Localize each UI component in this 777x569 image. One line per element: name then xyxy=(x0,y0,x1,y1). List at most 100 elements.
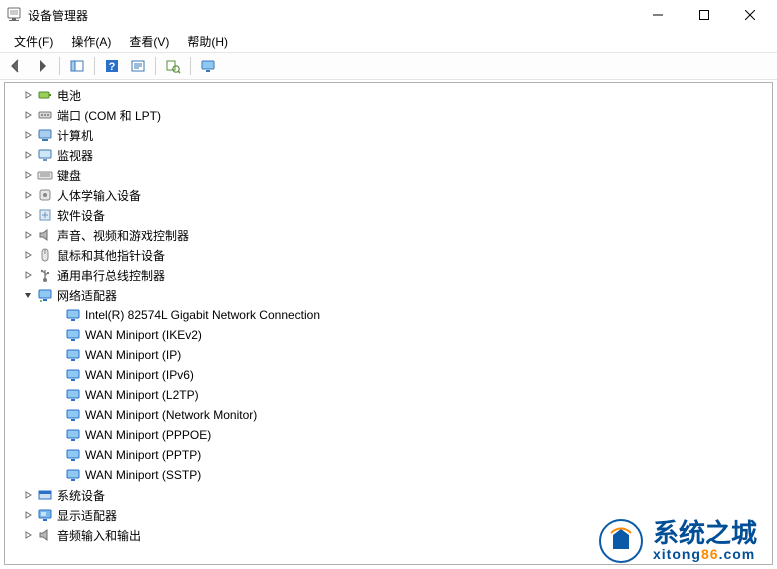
tree-device-item[interactable]: WAN Miniport (L2TP) xyxy=(5,385,772,405)
scan-hardware-button[interactable] xyxy=(161,54,185,78)
tree-category-battery[interactable]: 电池 xyxy=(5,85,772,105)
mouse-icon xyxy=(37,247,53,263)
properties-button[interactable] xyxy=(126,54,150,78)
device-tree: 电池端口 (COM 和 LPT) 计算机监视器键盘人体学输入设备软件设备声音、视频… xyxy=(5,83,772,547)
expand-arrow-closed-icon[interactable] xyxy=(21,208,35,222)
expand-arrow-closed-icon[interactable] xyxy=(21,268,35,282)
toolbar-separator xyxy=(155,57,156,75)
tree-category-audio-io[interactable]: 音频输入和输出 xyxy=(5,525,772,545)
speaker-icon xyxy=(37,227,53,243)
forward-button[interactable] xyxy=(30,54,54,78)
tree-category-label: 端口 (COM 和 LPT) xyxy=(57,107,161,124)
port-icon xyxy=(37,107,53,123)
close-button[interactable] xyxy=(727,0,773,30)
tree-category-label: 键盘 xyxy=(57,167,81,184)
expand-arrow-closed-icon[interactable] xyxy=(21,488,35,502)
expand-arrow-open-icon[interactable] xyxy=(21,288,35,302)
expand-arrow-closed-icon[interactable] xyxy=(21,88,35,102)
tree-category-label: 人体学输入设备 xyxy=(57,187,141,204)
help-button[interactable]: ? xyxy=(100,54,124,78)
tree-device-label: WAN Miniport (PPPOE) xyxy=(85,428,211,442)
expand-arrow-closed-icon[interactable] xyxy=(21,128,35,142)
network-icon xyxy=(37,287,53,303)
speaker-icon xyxy=(37,527,53,543)
tree-category-usb[interactable]: 通用串行总线控制器 xyxy=(5,265,772,285)
display-icon xyxy=(37,507,53,523)
network-adapter-icon xyxy=(65,347,81,363)
tree-category-network[interactable]: 网络适配器 xyxy=(5,285,772,305)
software-icon xyxy=(37,207,53,223)
network-adapter-icon xyxy=(65,467,81,483)
network-adapter-icon xyxy=(65,307,81,323)
tree-category-computer[interactable]: 计算机 xyxy=(5,125,772,145)
expand-arrow-closed-icon[interactable] xyxy=(21,168,35,182)
toolbar-separator xyxy=(94,57,95,75)
network-adapter-icon xyxy=(65,407,81,423)
window-title: 设备管理器 xyxy=(28,7,88,24)
tree-category-label: 通用串行总线控制器 xyxy=(57,267,165,284)
tree-device-label: WAN Miniport (SSTP) xyxy=(85,468,201,482)
menu-file[interactable]: 文件(F) xyxy=(6,31,61,52)
tree-device-label: WAN Miniport (IP) xyxy=(85,348,181,362)
tree-category-label: 监视器 xyxy=(57,147,93,164)
expand-arrow-closed-icon[interactable] xyxy=(21,148,35,162)
tree-category-keyboards[interactable]: 键盘 xyxy=(5,165,772,185)
tree-device-item[interactable]: WAN Miniport (Network Monitor) xyxy=(5,405,772,425)
tree-category-ports[interactable]: 端口 (COM 和 LPT) xyxy=(5,105,772,125)
expand-arrow-closed-icon[interactable] xyxy=(21,188,35,202)
tree-device-item[interactable]: WAN Miniport (SSTP) xyxy=(5,465,772,485)
tree-category-label: 网络适配器 xyxy=(57,287,117,304)
battery-icon xyxy=(37,87,53,103)
tree-device-label: WAN Miniport (IKEv2) xyxy=(85,328,202,342)
monitor-icon xyxy=(37,147,53,163)
tree-device-item[interactable]: WAN Miniport (IPv6) xyxy=(5,365,772,385)
network-adapter-icon xyxy=(65,447,81,463)
titlebar: 设备管理器 xyxy=(0,0,777,30)
tree-category-hid[interactable]: 人体学输入设备 xyxy=(5,185,772,205)
view-devices-button[interactable] xyxy=(196,54,220,78)
tree-category-system[interactable]: 系统设备 xyxy=(5,485,772,505)
back-button[interactable] xyxy=(4,54,28,78)
network-adapter-icon xyxy=(65,327,81,343)
expand-arrow-closed-icon[interactable] xyxy=(21,108,35,122)
maximize-button[interactable] xyxy=(681,0,727,30)
tree-category-label: 软件设备 xyxy=(57,207,105,224)
system-icon xyxy=(37,487,53,503)
tree-device-item[interactable]: WAN Miniport (PPPOE) xyxy=(5,425,772,445)
network-adapter-icon xyxy=(65,367,81,383)
tree-device-label: Intel(R) 82574L Gigabit Network Connecti… xyxy=(85,308,320,322)
toolbar-separator xyxy=(190,57,191,75)
tree-device-item[interactable]: WAN Miniport (PPTP) xyxy=(5,445,772,465)
menu-action[interactable]: 操作(A) xyxy=(63,31,119,52)
tree-category-label: 显示适配器 xyxy=(57,507,117,524)
tree-device-label: WAN Miniport (IPv6) xyxy=(85,368,194,382)
network-adapter-icon xyxy=(65,427,81,443)
menubar: 文件(F) 操作(A) 查看(V) 帮助(H) xyxy=(0,30,777,52)
tree-category-label: 计算机 xyxy=(57,127,93,144)
tree-device-label: WAN Miniport (PPTP) xyxy=(85,448,201,462)
app-icon xyxy=(6,7,22,23)
tree-device-item[interactable]: Intel(R) 82574L Gigabit Network Connecti… xyxy=(5,305,772,325)
tree-category-monitors[interactable]: 监视器 xyxy=(5,145,772,165)
tree-category-label: 系统设备 xyxy=(57,487,105,504)
network-adapter-icon xyxy=(65,387,81,403)
toolbar: ? xyxy=(0,52,777,80)
expand-arrow-closed-icon[interactable] xyxy=(21,508,35,522)
tree-device-item[interactable]: WAN Miniport (IP) xyxy=(5,345,772,365)
menu-view[interactable]: 查看(V) xyxy=(121,31,177,52)
tree-category-sound[interactable]: 声音、视频和游戏控制器 xyxy=(5,225,772,245)
show-hide-console-button[interactable] xyxy=(65,54,89,78)
toolbar-separator xyxy=(59,57,60,75)
expand-arrow-closed-icon[interactable] xyxy=(21,248,35,262)
computer-icon xyxy=(37,127,53,143)
expand-arrow-closed-icon[interactable] xyxy=(21,228,35,242)
svg-text:?: ? xyxy=(109,61,116,73)
tree-category-display[interactable]: 显示适配器 xyxy=(5,505,772,525)
menu-help[interactable]: 帮助(H) xyxy=(179,31,236,52)
minimize-button[interactable] xyxy=(635,0,681,30)
expand-arrow-closed-icon[interactable] xyxy=(21,528,35,542)
tree-category-software-dev[interactable]: 软件设备 xyxy=(5,205,772,225)
device-tree-panel[interactable]: 电池端口 (COM 和 LPT) 计算机监视器键盘人体学输入设备软件设备声音、视频… xyxy=(4,82,773,565)
tree-device-item[interactable]: WAN Miniport (IKEv2) xyxy=(5,325,772,345)
tree-category-mice[interactable]: 鼠标和其他指针设备 xyxy=(5,245,772,265)
